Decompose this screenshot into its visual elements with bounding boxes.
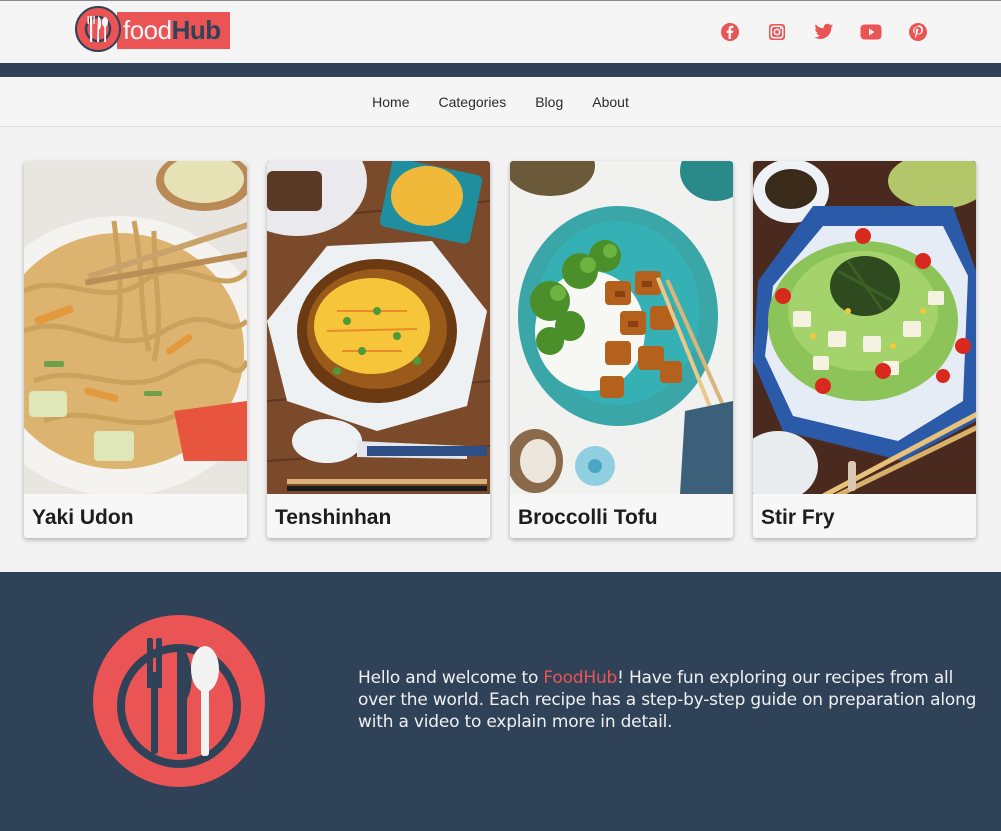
recipe-title: Yaki Udon (32, 506, 134, 529)
logo-wordmark: food Hub (117, 11, 230, 49)
recipe-card-tenshinhan[interactable]: Tenshinhan (267, 161, 490, 538)
youtube-icon[interactable] (860, 21, 882, 43)
recipe-card-stir-fry[interactable]: Stir Fry (753, 161, 976, 538)
recipe-card-yaki-udon[interactable]: Yaki Udon (24, 161, 247, 538)
site-header: food Hub (0, 0, 1001, 63)
nav-categories[interactable]: Categories (439, 93, 507, 110)
site-footer: Hello and welcome to FoodHub! Have fun e… (0, 572, 1001, 831)
facebook-icon[interactable] (719, 21, 741, 43)
recipe-image (753, 161, 976, 494)
recipe-cards: Yaki Udon Tenshinhan Broccolli Tofu Stir… (24, 161, 976, 538)
nav-about[interactable]: About (592, 93, 629, 110)
logo-food-text: food (123, 14, 172, 45)
logo-hub-text: Hub (171, 14, 222, 45)
welcome-text-intro: Hello and welcome to (358, 668, 544, 688)
main-nav: Home Categories Blog About (0, 77, 1001, 127)
recipe-card-broccolli-tofu[interactable]: Broccolli Tofu (510, 161, 733, 538)
brand-link[interactable]: FoodHub (543, 668, 617, 688)
twitter-icon[interactable] (813, 21, 835, 43)
recipe-title: Broccolli Tofu (518, 506, 658, 529)
recipe-image (510, 161, 733, 494)
header-stripe (0, 63, 1001, 77)
recipe-title: Tenshinhan (275, 506, 392, 529)
site-logo[interactable]: food Hub (75, 6, 230, 52)
social-links (719, 21, 929, 43)
plate-cutlery-icon (75, 6, 121, 52)
nav-blog[interactable]: Blog (535, 93, 563, 110)
pinterest-icon[interactable] (907, 21, 929, 43)
welcome-text: Hello and welcome to FoodHub! Have fun e… (358, 667, 978, 733)
plate-cutlery-icon (92, 614, 266, 793)
recipe-title: Stir Fry (761, 506, 835, 529)
instagram-icon[interactable] (766, 21, 788, 43)
recipe-image (24, 161, 247, 494)
nav-home[interactable]: Home (372, 93, 409, 110)
recipe-image (267, 161, 490, 494)
